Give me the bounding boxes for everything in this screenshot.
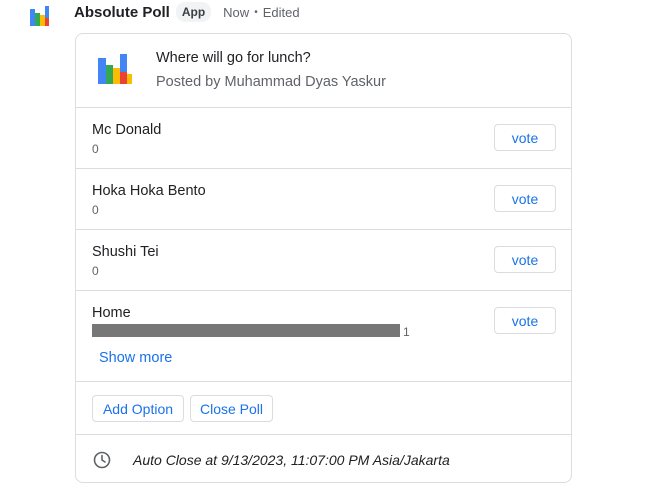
vote-button[interactable]: vote [494,185,556,212]
app-name[interactable]: Absolute Poll [74,4,170,21]
option-vote-count: 0 [92,264,99,278]
option-vote-count: 0 [92,203,99,217]
vote-button[interactable]: vote [494,246,556,273]
poll-actions: Add Option Close Poll [76,382,571,435]
poll-footer: Auto Close at 9/13/2023, 11:07:00 PM Asi… [76,435,571,482]
show-more-link[interactable]: Show more [99,350,172,366]
close-poll-button[interactable]: Close Poll [190,395,273,422]
edited-label: Edited [262,4,300,20]
poll-option: Shushi Tei 0 vote [76,230,571,291]
poll-logo-icon [96,52,134,86]
timestamp: Now [223,4,250,20]
poll-card: Where will go for lunch? Posted by Muham… [75,33,572,483]
option-name: Mc Donald [92,122,162,138]
vote-button[interactable]: vote [494,307,556,334]
message-header: Absolute Poll App Now • Edited [74,0,300,24]
poll-option: Mc Donald 0 vote [76,108,571,169]
option-vote-count: 0 [92,142,99,156]
auto-close-text: Auto Close at 9/13/2023, 11:07:00 PM Asi… [133,452,450,468]
option-name: Hoka Hoka Bento [92,183,206,199]
option-name: Shushi Tei [92,244,159,260]
vote-button[interactable]: vote [494,124,556,151]
app-badge: App [175,2,212,22]
app-logo-icon [27,4,55,28]
message-meta: Now • Edited [223,5,299,20]
separator-dot: • [254,6,258,18]
poll-title: Where will go for lunch? [156,50,311,66]
poll-option: Hoka Hoka Bento 0 vote [76,169,571,230]
add-option-button[interactable]: Add Option [92,395,184,422]
option-vote-count: 1 [403,325,410,339]
option-name: Home [92,305,131,321]
vote-progress-bar [92,324,400,337]
clock-icon [92,450,112,470]
poll-header: Where will go for lunch? Posted by Muham… [76,34,571,108]
poll-option: Home 1 vote Show more [76,291,571,382]
poll-author: Posted by Muhammad Dyas Yaskur [156,74,386,90]
